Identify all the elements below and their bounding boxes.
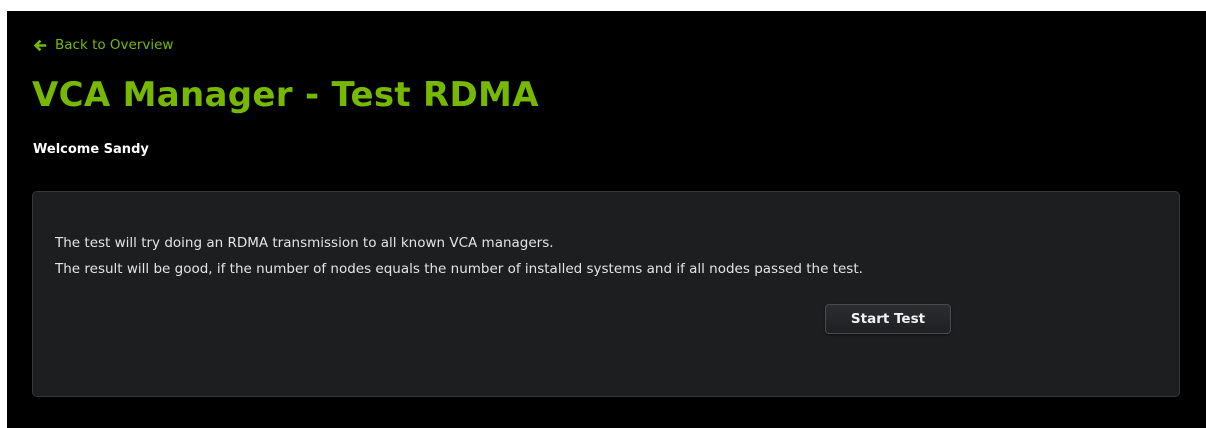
description-line-2: The result will be good, if the number o… xyxy=(55,261,863,277)
arrow-left-icon xyxy=(33,39,47,52)
back-link-label[interactable]: Back to Overview xyxy=(55,37,173,53)
page-title: VCA Manager - Test RDMA xyxy=(32,75,539,115)
page-container: Back to Overview VCA Manager - Test RDMA… xyxy=(7,11,1206,428)
start-test-button[interactable]: Start Test xyxy=(825,304,951,334)
description-line-1: The test will try doing an RDMA transmis… xyxy=(55,235,554,251)
back-to-overview-link[interactable]: Back to Overview xyxy=(33,37,173,53)
welcome-message: Welcome Sandy xyxy=(33,142,149,157)
test-panel: The test will try doing an RDMA transmis… xyxy=(32,191,1180,397)
